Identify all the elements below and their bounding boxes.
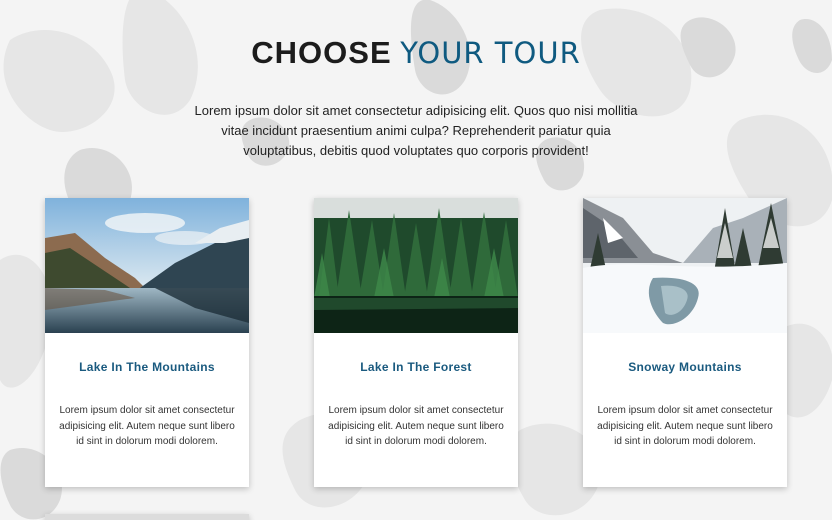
intro-paragraph: Lorem ipsum dolor sit amet consectetur a… <box>194 103 638 158</box>
tour-section: CHOOSE YOUR TOUR Lorem ipsum dolor sit a… <box>0 0 832 520</box>
card-description: Lorem ipsum dolor sit amet consectetur a… <box>328 405 504 447</box>
card-description: Lorem ipsum dolor sit amet consectetur a… <box>59 405 235 447</box>
tour-card[interactable]: Lake In The Forest Lorem ipsum dolor sit… <box>314 198 518 487</box>
title-strong-word: CHOOSE <box>251 35 392 70</box>
card-title: Lake In The Mountains <box>79 360 215 374</box>
section-title: CHOOSE YOUR TOUR <box>0 35 832 71</box>
mountain-lake-photo <box>45 198 249 333</box>
forest-lake-photo <box>314 198 518 333</box>
tour-card[interactable]: Lake In The Mountains Lorem ipsum dolor … <box>45 198 249 487</box>
card-description: Lorem ipsum dolor sit amet consectetur a… <box>597 405 773 447</box>
tour-card[interactable]: Snoway Mountains Lorem ipsum dolor sit a… <box>583 198 787 487</box>
card-title: Lake In The Forest <box>360 360 472 374</box>
title-light-words: YOUR TOUR <box>400 36 581 70</box>
snowy-mountains-photo <box>583 198 787 333</box>
next-row-card <box>45 514 249 520</box>
card-title: Snoway Mountains <box>628 360 742 374</box>
